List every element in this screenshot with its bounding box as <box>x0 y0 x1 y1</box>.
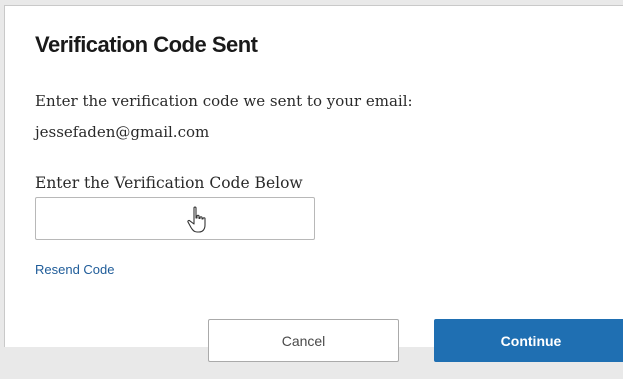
dialog-title: Verification Code Sent <box>35 32 258 57</box>
verification-code-input[interactable] <box>35 197 315 240</box>
continue-button[interactable]: Continue <box>434 319 623 362</box>
hand-pointer-icon <box>187 206 206 233</box>
verification-dialog: Verification Code Sent Enter the verific… <box>4 5 623 362</box>
code-field-label: Enter the Verification Code Below <box>35 174 303 192</box>
email-address: jessefaden@gmail.com <box>35 123 210 141</box>
resend-code-link[interactable]: Resend Code <box>35 262 115 277</box>
instruction-text: Enter the verification code we sent to y… <box>35 92 413 110</box>
continue-button-label: Continue <box>500 332 562 349</box>
cancel-button-label: Cancel <box>281 332 326 349</box>
cancel-button[interactable]: Cancel <box>208 319 399 362</box>
